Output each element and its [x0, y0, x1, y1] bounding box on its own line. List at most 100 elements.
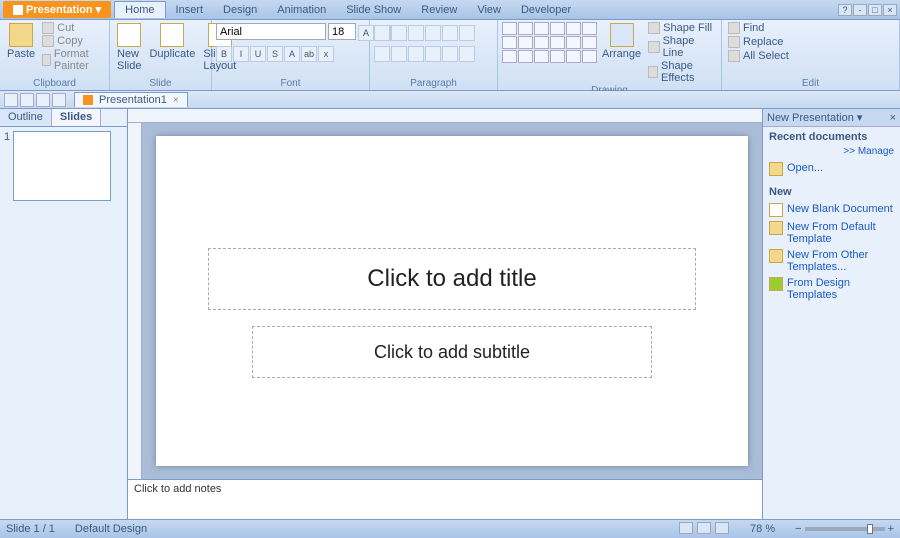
- slideshow-view-icon[interactable]: [715, 522, 729, 534]
- tab-home[interactable]: Home: [114, 1, 165, 18]
- font-name-input[interactable]: [216, 23, 326, 40]
- thumb-number: 1: [4, 131, 10, 201]
- shapes-gallery[interactable]: [502, 22, 597, 63]
- close-tab-icon[interactable]: ×: [173, 95, 179, 106]
- font-color-icon[interactable]: A: [284, 46, 300, 62]
- folder-icon: [769, 162, 783, 176]
- outline-tab[interactable]: Outline: [0, 109, 52, 126]
- slides-tab[interactable]: Slides: [52, 109, 101, 126]
- minimize-icon[interactable]: -: [853, 4, 867, 16]
- select-all-button[interactable]: All Select: [726, 50, 791, 62]
- group-label: Font: [216, 77, 365, 90]
- app-menu-button[interactable]: Presentation ▾: [3, 1, 111, 18]
- italic-icon[interactable]: I: [233, 46, 249, 62]
- numbering-icon[interactable]: [391, 25, 407, 41]
- open-link[interactable]: Open...: [769, 160, 894, 178]
- tab-review[interactable]: Review: [411, 2, 467, 18]
- document-tab[interactable]: Presentation1 ×: [74, 92, 188, 107]
- design-templates-link[interactable]: From Design Templates: [769, 275, 894, 303]
- group-slide: New Slide Duplicate Slide Layout Slide: [110, 20, 212, 90]
- thumb-preview: [13, 131, 111, 201]
- format-painter-icon: [42, 54, 51, 66]
- manage-link[interactable]: >> Manage: [769, 146, 894, 157]
- view-buttons: [679, 522, 730, 537]
- new-slide-button[interactable]: New Slide: [114, 22, 144, 73]
- editor-area: Click to add title Click to add subtitle…: [128, 109, 762, 519]
- tab-view[interactable]: View: [467, 2, 511, 18]
- cut-button[interactable]: Cut: [40, 22, 105, 34]
- app-title: Presentation: [26, 4, 93, 16]
- line-spacing-icon[interactable]: [442, 25, 458, 41]
- sorter-view-icon[interactable]: [697, 522, 711, 534]
- new-other-template-link[interactable]: New From Other Templates...: [769, 247, 894, 275]
- new-blank-link[interactable]: New Blank Document: [769, 201, 894, 219]
- shape-effects-button[interactable]: Shape Effects: [646, 60, 717, 84]
- tab-design[interactable]: Design: [213, 2, 267, 18]
- slide-stage[interactable]: Click to add title Click to add subtitle: [142, 123, 762, 479]
- duplicate-button[interactable]: Duplicate: [146, 22, 198, 61]
- paste-button[interactable]: Paste: [4, 22, 38, 61]
- close-icon[interactable]: ×: [883, 4, 897, 16]
- copy-button[interactable]: Copy: [40, 35, 105, 47]
- increase-indent-icon[interactable]: [425, 25, 441, 41]
- format-painter-button[interactable]: Format Painter: [40, 48, 105, 72]
- tab-animation[interactable]: Animation: [267, 2, 336, 18]
- help-icon[interactable]: ?: [838, 4, 852, 16]
- undo-icon[interactable]: [20, 93, 34, 107]
- tab-insert[interactable]: Insert: [166, 2, 214, 18]
- text-direction-icon[interactable]: [459, 25, 475, 41]
- font-size-input[interactable]: [328, 23, 356, 40]
- close-taskpane-icon[interactable]: ×: [890, 112, 896, 124]
- distribute-icon[interactable]: [442, 46, 458, 62]
- dropdown-icon: ▾: [96, 3, 102, 16]
- copy-icon: [42, 35, 54, 47]
- subtitle-placeholder[interactable]: Click to add subtitle: [252, 326, 652, 378]
- group-font: AA B I U S A ab x Font: [212, 20, 370, 90]
- redo-icon[interactable]: [36, 93, 50, 107]
- print-icon[interactable]: [52, 93, 66, 107]
- tab-developer[interactable]: Developer: [511, 2, 581, 18]
- bullets-icon[interactable]: [374, 25, 390, 41]
- decrease-indent-icon[interactable]: [408, 25, 424, 41]
- align-justify-icon[interactable]: [425, 46, 441, 62]
- zoom-slider[interactable]: − +: [795, 523, 894, 535]
- shape-fill-button[interactable]: Shape Fill: [646, 22, 717, 34]
- group-label: Clipboard: [4, 77, 105, 90]
- status-design: Default Design: [75, 523, 147, 535]
- zoom-in-icon[interactable]: +: [888, 523, 894, 535]
- title-placeholder[interactable]: Click to add title: [208, 248, 696, 310]
- normal-view-icon[interactable]: [679, 522, 693, 534]
- highlight-icon[interactable]: ab: [301, 46, 317, 62]
- zoom-out-icon[interactable]: −: [795, 523, 801, 535]
- work-area: Outline Slides 1 Click to add title Clic…: [0, 109, 900, 519]
- new-default-template-link[interactable]: New From Default Template: [769, 219, 894, 247]
- template-icon: [769, 221, 783, 235]
- strikethrough-icon[interactable]: S: [267, 46, 283, 62]
- group-label: Slide: [114, 77, 207, 90]
- slide-panel: Outline Slides 1: [0, 109, 128, 519]
- doc-icon: [83, 95, 93, 105]
- arrange-button[interactable]: Arrange: [599, 22, 644, 61]
- notes-pane[interactable]: Click to add notes: [128, 479, 762, 519]
- slide-thumbnail[interactable]: 1: [4, 131, 123, 201]
- save-icon[interactable]: [4, 93, 18, 107]
- group-edit: Find Replace All Select Edit: [722, 20, 900, 90]
- align-center-icon[interactable]: [391, 46, 407, 62]
- zoom-thumb[interactable]: [867, 524, 873, 534]
- align-right-icon[interactable]: [408, 46, 424, 62]
- taskpane-dropdown-icon[interactable]: ▾: [857, 111, 863, 124]
- replace-icon: [728, 36, 740, 48]
- find-button[interactable]: Find: [726, 22, 766, 34]
- maximize-icon[interactable]: □: [868, 4, 882, 16]
- underline-icon[interactable]: U: [250, 46, 266, 62]
- paste-icon: [9, 23, 33, 47]
- shape-line-button[interactable]: Shape Line: [646, 35, 717, 59]
- duplicate-icon: [160, 23, 184, 47]
- replace-button[interactable]: Replace: [726, 36, 785, 48]
- subscript-icon[interactable]: x: [318, 46, 334, 62]
- align-icon[interactable]: [459, 46, 475, 62]
- slide[interactable]: Click to add title Click to add subtitle: [156, 136, 748, 466]
- tab-slideshow[interactable]: Slide Show: [336, 2, 411, 18]
- align-left-icon[interactable]: [374, 46, 390, 62]
- bold-icon[interactable]: B: [216, 46, 232, 62]
